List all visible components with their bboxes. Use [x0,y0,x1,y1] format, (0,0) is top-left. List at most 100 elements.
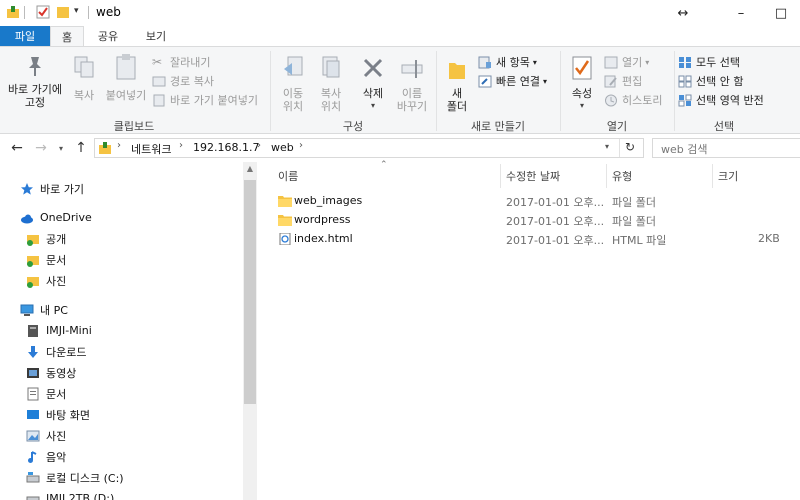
address-history-dropdown-icon[interactable]: ▾ [605,142,609,151]
scroll-up-icon[interactable]: ▲ [243,164,257,178]
computer-icon [20,304,34,316]
recent-locations-icon[interactable]: ▾ [52,139,70,157]
nav-item-imji-2tb-d[interactable]: IMJI 2TB (D:) [0,488,243,500]
folder-icon [278,196,292,207]
up-arrow-icon[interactable]: ↑ [72,139,90,157]
nav-item-pictures[interactable]: 사진 [0,425,243,446]
new-folder-quick-icon[interactable] [56,5,70,19]
copy-to-button[interactable]: 복사 위치 [312,51,350,115]
open-group-label: 열기 [606,120,628,133]
delete-button[interactable]: 삭제 ▾ [354,51,392,115]
nav-item-downloads[interactable]: 다운로드 [0,341,243,362]
address-bar[interactable]: › 네트워크 › 192.168.1.7 › web › ▾ ↻ [94,138,644,158]
select-all-button[interactable]: 모두 선택 [678,53,740,71]
file-row[interactable]: web_images 2017-01-01 오후... 파일 폴더 [272,192,800,211]
file-row[interactable]: index.html 2017-01-01 오후... HTML 파일 2KB [272,230,800,249]
back-arrow-icon[interactable]: ← [8,139,26,157]
nav-item-quick-access[interactable]: 바로 가기 [0,178,243,199]
nav-item-onedrive-pictures[interactable]: 사진 [0,270,243,291]
breadcrumb-host[interactable]: 192.168.1.7 [193,141,259,154]
tab-file[interactable]: 파일 [0,26,50,46]
cut-button[interactable]: ✂ 잘라내기 [152,53,210,71]
tab-share[interactable]: 공유 [88,26,128,46]
invert-selection-button[interactable]: 선택 영역 반전 [678,91,764,109]
column-header-size[interactable]: 크기 [718,168,738,184]
file-name: wordpress [294,213,351,226]
nav-item-onedrive-public[interactable]: 공개 [0,228,243,249]
copy-path-button[interactable]: 경로 복사 [152,72,214,90]
history-label: 히스토리 [622,94,663,107]
select-none-label: 선택 안 함 [696,75,744,88]
customize-quick-access-icon[interactable]: ▾ [74,6,79,16]
refresh-icon[interactable]: ↻ [625,140,635,154]
file-row[interactable]: wordpress 2017-01-01 오후... 파일 폴더 [272,211,800,230]
search-input[interactable]: web 검색 [652,138,800,158]
breadcrumb-web[interactable]: web [271,141,294,154]
delete-label: 삭제 [362,87,384,100]
nav-label: 내 PC [40,303,68,317]
new-item-label: 새 항목 [496,56,530,69]
properties-dropdown-icon[interactable]: ▾ [564,101,600,110]
tab-home[interactable]: 홈 [50,26,84,47]
new-folder-button[interactable]: 새 폴더 [440,51,474,115]
tab-view[interactable]: 보기 [136,26,176,46]
pin-icon [29,57,41,76]
invert-selection-label: 선택 영역 반전 [696,94,764,107]
column-header-type[interactable]: 유형 [612,168,632,184]
video-icon [27,367,39,378]
nav-label: 바탕 화면 [46,408,90,422]
edit-button[interactable]: 편집 [604,72,642,90]
file-date: 2017-01-01 오후... [506,234,605,247]
paste-shortcut-button[interactable]: 바로 가기 붙여넣기 [152,91,258,109]
clipboard-group-label: 클립보드 [113,120,155,133]
column-header-name[interactable]: 이름 [278,168,298,184]
nav-label: IMJI-Mini [46,324,92,337]
drive-icon [26,496,40,500]
new-item-icon [478,56,491,68]
drive-icon [26,471,40,482]
rename-button[interactable]: 이름 바꾸기 [392,51,432,115]
open-button[interactable]: 열기 ▾ [604,53,649,71]
nav-scrollbar-thumb[interactable] [244,180,256,404]
nav-item-this-pc[interactable]: 내 PC [0,299,243,320]
restore-icon[interactable]: ↔ [660,0,706,26]
nav-item-desktop[interactable]: 바탕 화면 [0,404,243,425]
desktop-icon [28,324,38,337]
breadcrumb-separator-icon[interactable]: › [299,140,303,151]
nav-item-imji-mini[interactable]: IMJI-Mini [0,320,243,341]
breadcrumb-separator-icon[interactable]: › [179,140,183,151]
select-group-label: 선택 [713,120,735,133]
breadcrumb-separator-icon[interactable]: › [257,140,261,151]
move-to-button[interactable]: 이동 위치 [274,51,312,115]
scissors-icon: ✂ [152,54,163,69]
breadcrumb-separator-icon[interactable]: › [117,140,121,151]
nav-item-onedrive-documents[interactable]: 문서 [0,249,243,270]
select-none-button[interactable]: 선택 안 함 [678,72,743,90]
easy-access-button[interactable]: 빠른 연결 ▾ [478,72,547,90]
easy-access-dropdown-icon: ▾ [542,76,547,86]
new-folder-label-1: 새 [451,87,463,100]
maximize-button[interactable]: □ [758,0,800,26]
history-button[interactable]: 히스토리 [604,91,662,109]
new-item-button[interactable]: 새 항목 ▾ [478,53,537,71]
pin-quick-access-button[interactable]: 바로 가기에 고정 [4,51,66,115]
breadcrumb-network[interactable]: 네트워크 [131,141,171,157]
nav-item-videos[interactable]: 동영상 [0,362,243,383]
music-icon [28,450,37,463]
nav-label: 다운로드 [46,345,87,359]
nav-item-local-disk-c[interactable]: 로컬 디스크 (C:) [0,467,243,488]
delete-dropdown-icon[interactable]: ▾ [354,101,392,110]
column-header-date[interactable]: 수정한 날짜 [506,168,560,184]
nav-label: 사진 [46,274,67,288]
nav-item-documents[interactable]: 문서 [0,383,243,404]
copy-button[interactable]: 복사 [68,51,100,115]
rename-label-1: 이름 [401,87,423,100]
copy-path-label: 경로 복사 [170,75,214,88]
nav-item-music[interactable]: 음악 [0,446,243,467]
copy-icon [74,56,94,78]
nav-item-onedrive[interactable]: OneDrive [0,207,243,228]
properties-quick-icon[interactable] [36,5,50,19]
paste-button[interactable]: 붙여넣기 [102,51,150,115]
properties-button[interactable]: 속성 ▾ [564,51,600,115]
forward-arrow-icon[interactable]: → [32,139,50,157]
